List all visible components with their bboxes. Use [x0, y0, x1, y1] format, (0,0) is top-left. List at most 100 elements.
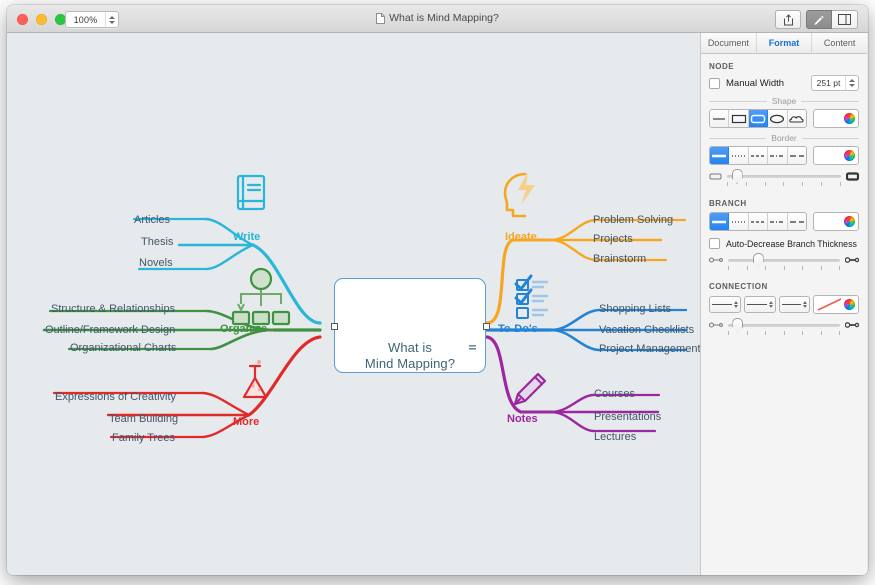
border-width-slider[interactable] [727, 169, 841, 186]
color-wheel-icon [844, 150, 855, 161]
connection-start-select[interactable] [709, 296, 741, 313]
window-body: What is Mind Mapping? Write Articles The… [7, 33, 868, 575]
branch-color-swatch[interactable] [813, 212, 859, 231]
tab-document[interactable]: Document [701, 33, 757, 53]
connection-width-slider[interactable] [728, 317, 840, 335]
connection-width-slider-row [701, 317, 867, 335]
branch-label-more[interactable]: More [233, 416, 259, 428]
branch-label-todos[interactable]: To-Do's [498, 323, 538, 335]
inspector-tabs: Document Format Content [701, 33, 867, 54]
border-width-slider-row [701, 169, 867, 186]
thick-border-icon [846, 172, 859, 181]
mindmap-surface[interactable]: What is Mind Mapping? Write Articles The… [21, 40, 700, 568]
shape-group-label: Shape [701, 96, 867, 106]
branch-label-write[interactable]: Write [233, 231, 260, 243]
tab-content[interactable]: Content [812, 33, 867, 53]
child-label-organizational-charts[interactable]: Organizational Charts [70, 342, 176, 354]
child-label-projects[interactable]: Projects [593, 233, 633, 245]
branch-label-notes[interactable]: Notes [507, 413, 538, 425]
child-label-brainstorm[interactable]: Brainstorm [593, 253, 646, 265]
sidebar-icon [838, 14, 851, 25]
node-width-stepper[interactable]: 251 pt [811, 75, 859, 91]
child-label-vacation-checklists[interactable]: Vacation Checklists [599, 324, 694, 336]
central-node[interactable]: What is Mind Mapping? [330, 278, 490, 373]
pencil-icon [513, 372, 547, 406]
inspector-toggle-group [806, 10, 858, 29]
child-label-structure-relationships[interactable]: Structure & Relationships [51, 303, 175, 315]
child-label-outline-framework-design[interactable]: Outline/Framework Design [45, 324, 175, 336]
shape-option-rectangle[interactable] [729, 110, 749, 127]
branch-style-option-dash-dot[interactable] [768, 213, 788, 230]
format-inspector-button[interactable] [806, 10, 832, 29]
shape-option-ellipse[interactable] [768, 110, 788, 127]
border-option-dash-dot[interactable] [768, 147, 788, 164]
branch-style-option-dashed[interactable] [748, 213, 769, 230]
branch-thickness-slider-row [701, 252, 867, 270]
solid-line-icon [712, 220, 727, 223]
auto-decrease-checkbox[interactable] [709, 238, 720, 249]
border-option-solid[interactable] [710, 147, 730, 164]
node-fill-color-swatch[interactable] [813, 109, 859, 128]
node-border-color-swatch[interactable] [813, 146, 859, 165]
manual-width-checkbox[interactable] [709, 77, 720, 89]
line-preview [712, 303, 732, 306]
connection-end-select[interactable] [778, 296, 811, 313]
inspector-panel: Document Format Content NODE Manual Widt… [701, 33, 867, 575]
thick-connection-icon [845, 322, 859, 328]
branch-style-option-dotted[interactable] [729, 213, 749, 230]
checklist-icon [514, 274, 549, 319]
border-option-dashed[interactable] [748, 147, 769, 164]
child-label-shopping-lists[interactable]: Shopping Lists [599, 303, 671, 315]
dotted-line-icon [731, 154, 746, 157]
auto-decrease-label: Auto-Decrease Branch Thickness [726, 238, 857, 249]
child-label-novels[interactable]: Novels [139, 257, 173, 269]
shape-segmented-control[interactable] [709, 109, 807, 128]
branch-style-segmented-control[interactable] [709, 212, 807, 231]
shape-option-rounded-rectangle[interactable] [748, 110, 769, 127]
branch-label-ideate[interactable]: Ideate [505, 231, 537, 243]
central-node-line1: What is [387, 340, 433, 355]
child-label-expressions-of-creativity[interactable]: Expressions of Creativity [55, 391, 176, 403]
child-label-project-management[interactable]: Project Management [599, 343, 700, 355]
solid-line-icon [712, 154, 727, 157]
shape-option-cloud[interactable] [787, 110, 806, 127]
share-button[interactable] [775, 10, 801, 29]
connection-color-swatch[interactable] [813, 295, 859, 314]
child-label-presentations[interactable]: Presentations [594, 411, 661, 423]
tab-format[interactable]: Format [757, 33, 813, 53]
sidebar-toggle-button[interactable] [832, 10, 858, 29]
ellipse-shape-icon [770, 114, 785, 123]
child-label-courses[interactable]: Courses [594, 388, 635, 400]
rounded-rectangle-shape-icon [750, 114, 766, 123]
branch-thickness-slider[interactable] [728, 252, 840, 270]
branch-label-organize[interactable]: Organize [220, 323, 267, 335]
connection-style-select[interactable] [743, 296, 776, 313]
branch-style-option-long-dash[interactable] [787, 213, 806, 230]
border-group-label: Border [701, 133, 867, 143]
dotted-line-icon [731, 220, 746, 223]
child-label-articles[interactable]: Articles [134, 214, 170, 226]
shape-option-line[interactable] [710, 110, 730, 127]
slider-ticks [727, 182, 841, 186]
border-segmented-control[interactable] [709, 146, 807, 165]
resize-handle-left[interactable] [330, 323, 338, 330]
resize-handle-right[interactable] [482, 323, 490, 330]
chevron-updown-icon [733, 300, 738, 309]
document-icon [376, 12, 386, 24]
branch-style-option-solid[interactable] [710, 213, 730, 230]
child-label-lectures[interactable]: Lectures [594, 431, 636, 443]
border-option-dotted[interactable] [729, 147, 749, 164]
connection-line-preview [817, 298, 842, 311]
node-width-stepper-arrows[interactable] [845, 76, 858, 90]
child-label-problem-solving[interactable]: Problem Solving [593, 214, 673, 226]
child-label-family-trees[interactable]: Family Trees [112, 432, 175, 444]
border-option-long-dash[interactable] [787, 147, 806, 164]
rectangle-shape-icon [731, 114, 746, 123]
cloud-shape-icon [789, 115, 804, 123]
dash-dot-line-icon [770, 220, 785, 223]
child-label-thesis[interactable]: Thesis [141, 236, 173, 248]
slider-ticks [728, 265, 840, 270]
collapse-icon[interactable] [469, 345, 476, 350]
child-label-team-building[interactable]: Team Building [109, 413, 178, 425]
mindmap-canvas[interactable]: What is Mind Mapping? Write Articles The… [7, 33, 701, 575]
